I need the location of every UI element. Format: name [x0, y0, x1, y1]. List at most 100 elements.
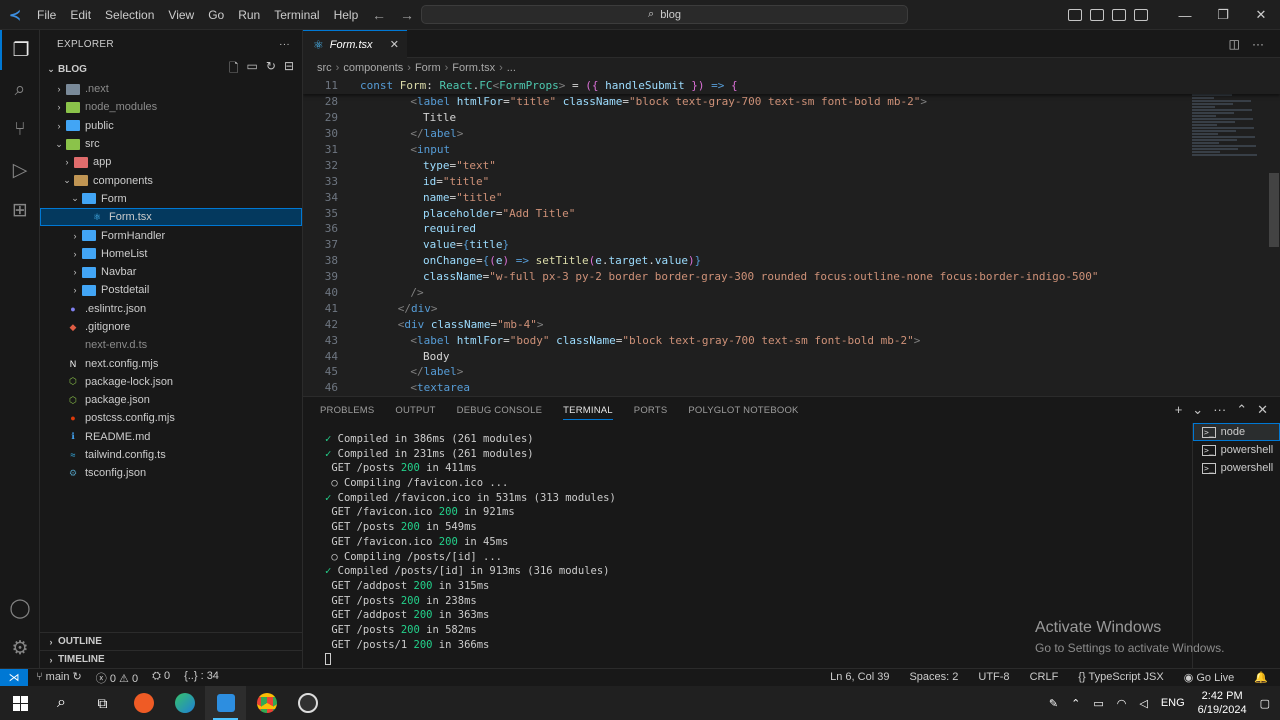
source-control-icon[interactable]: ⑂ [0, 110, 40, 150]
explorer-icon[interactable]: ❐ [0, 30, 40, 70]
close-tab-icon[interactable]: ✕ [390, 38, 399, 51]
panel-tab-ports[interactable]: PORTS [634, 405, 668, 416]
panel-tab-polyglot-notebook[interactable]: POLYGLOT NOTEBOOK [688, 405, 798, 416]
tree-folder[interactable]: › public [40, 117, 302, 135]
remote-indicator-icon[interactable]: ⋊ [0, 668, 28, 687]
workspace-root[interactable]: ⌄ BLOG 🗋 ▭ ↻ ⊟ [40, 58, 302, 80]
go-live-button[interactable]: ◉ Go Live [1184, 671, 1235, 684]
extensions-icon[interactable]: ⊞ [0, 190, 40, 230]
tree-folder[interactable]: › .next [40, 80, 302, 98]
toggle-sidebar-icon[interactable] [1068, 9, 1082, 21]
tree-file[interactable]: ● postcss.config.mjs [40, 409, 302, 427]
line-ending[interactable]: CRLF [1030, 671, 1059, 684]
wifi-icon[interactable]: ◠ [1117, 697, 1127, 710]
collapse-all-icon[interactable]: ⊟ [284, 59, 294, 80]
terminal-prompt[interactable] [325, 653, 616, 668]
new-terminal-icon[interactable]: + [1175, 402, 1183, 418]
tree-file[interactable]: Nnext.config.mjs [40, 354, 302, 372]
terminal-dropdown-icon[interactable]: ⌄ [1192, 402, 1203, 418]
split-editor-icon[interactable]: ◫ [1229, 37, 1240, 51]
tree-file[interactable]: ⬡ package.json [40, 391, 302, 409]
tree-folder[interactable]: › app [40, 153, 302, 171]
pen-icon[interactable]: ✎ [1049, 697, 1058, 710]
minimize-button[interactable]: — [1166, 8, 1204, 23]
close-panel-icon[interactable]: ✕ [1257, 402, 1268, 418]
tree-folder[interactable]: ⌄ src [40, 135, 302, 153]
manage-gear-icon[interactable]: ⚙ [0, 628, 40, 668]
cursor-position[interactable]: Ln 6, Col 39 [830, 671, 889, 684]
menu-file[interactable]: File [30, 0, 63, 30]
maximize-button[interactable]: ❐ [1204, 7, 1242, 23]
menu-selection[interactable]: Selection [98, 0, 161, 30]
notifications-bell-icon[interactable]: 🔔 [1254, 671, 1268, 684]
panel-more-icon[interactable]: ··· [1213, 402, 1226, 418]
terminal-instance[interactable]: >_ powershell [1193, 459, 1280, 477]
breadcrumb-item[interactable]: components [343, 62, 403, 74]
ports-status[interactable]: ⛭ 0 [152, 670, 170, 686]
terminal-instance[interactable]: >_ powershell [1193, 441, 1280, 459]
more-actions-icon[interactable]: ··· [279, 39, 290, 50]
tree-folder[interactable]: › node_modules [40, 98, 302, 116]
windows-start-icon[interactable] [0, 686, 41, 720]
tree-file[interactable]: ℹ README.md [40, 428, 302, 446]
tree-folder[interactable]: ⌄ components [40, 171, 302, 189]
tree-folder[interactable]: › Navbar [40, 263, 302, 281]
tree-file[interactable]: ⚛ Form.tsx [40, 208, 302, 227]
tree-folder[interactable]: › FormHandler [40, 226, 302, 244]
outline-section[interactable]: › OUTLINE [40, 632, 302, 650]
terminal-output[interactable]: ✓ Compiled in 386ms (261 modules) ✓ Compi… [325, 433, 616, 668]
tab-form-tsx[interactable]: ⚛ Form.tsx ✕ [303, 30, 407, 58]
editor-more-icon[interactable]: ··· [1252, 37, 1264, 51]
language-mode[interactable]: {} TypeScript JSX [1078, 671, 1163, 684]
taskbar-search-icon[interactable]: ⌕ [41, 686, 82, 720]
clock[interactable]: 2:42 PM 6/19/2024 [1198, 689, 1247, 717]
tree-folder[interactable]: › Postdetail [40, 281, 302, 299]
tree-folder[interactable]: › HomeList [40, 245, 302, 263]
breadcrumb-item[interactable]: Form [415, 62, 441, 74]
tray-chevron-up-icon[interactable]: ⌃ [1071, 697, 1080, 710]
forward-arrow-icon[interactable]: → [400, 7, 414, 23]
tree-file[interactable]: ⬡ package-lock.json [40, 373, 302, 391]
menu-go[interactable]: Go [201, 0, 231, 30]
obs-icon[interactable] [287, 686, 328, 720]
new-file-icon[interactable]: 🗋 [229, 59, 239, 80]
battery-icon[interactable]: ▭ [1093, 697, 1103, 710]
tree-file[interactable]: ● .eslintrc.json [40, 300, 302, 318]
back-arrow-icon[interactable]: ← [372, 7, 386, 23]
panel-tab-debug-console[interactable]: DEBUG CONSOLE [457, 405, 542, 416]
tree-file[interactable]: next-env.d.ts [40, 336, 302, 354]
branch-status[interactable]: ⑂ main ↻ [36, 670, 82, 686]
menu-view[interactable]: View [161, 0, 201, 30]
tree-file[interactable]: ⚙ tsconfig.json [40, 464, 302, 482]
breadcrumb-item[interactable]: Form.tsx [452, 62, 495, 74]
encoding[interactable]: UTF-8 [978, 671, 1009, 684]
refresh-icon[interactable]: ↻ [266, 59, 276, 80]
run-debug-icon[interactable]: ▷ [0, 150, 40, 190]
new-folder-icon[interactable]: ▭ [247, 59, 258, 80]
customize-layout-icon[interactable] [1134, 9, 1148, 21]
tree-file[interactable]: ◆ .gitignore [40, 318, 302, 336]
chrome-icon[interactable] [246, 686, 287, 720]
menu-edit[interactable]: Edit [63, 0, 98, 30]
panel-tab-problems[interactable]: PROBLEMS [320, 405, 374, 416]
terminal-instance[interactable]: >_ node [1193, 423, 1280, 441]
menu-help[interactable]: Help [327, 0, 366, 30]
breadcrumb-item[interactable]: ... [507, 62, 516, 74]
search-view-icon[interactable]: ⌕ [0, 70, 40, 110]
panel-tab-terminal[interactable]: TERMINAL [563, 405, 613, 420]
menu-run[interactable]: Run [231, 0, 267, 30]
command-center-search[interactable]: ⌕ blog [421, 5, 908, 24]
code-editor[interactable]: 11 const Form: React.FC<FormProps> = ({ h… [303, 78, 1280, 396]
edge-icon[interactable] [164, 686, 205, 720]
panel-tab-output[interactable]: OUTPUT [395, 405, 435, 416]
tree-file[interactable]: ≈ tailwind.config.ts [40, 446, 302, 464]
selection-status[interactable]: {..} : 34 [184, 670, 219, 686]
close-window-button[interactable]: ✕ [1242, 7, 1280, 23]
volume-icon[interactable]: ◁ [1139, 697, 1147, 710]
breadcrumb-item[interactable]: src [317, 62, 332, 74]
maximize-panel-icon[interactable]: ⌃ [1236, 402, 1247, 418]
indentation[interactable]: Spaces: 2 [909, 671, 958, 684]
language-indicator[interactable]: ENG [1161, 697, 1185, 709]
toggle-secondary-sidebar-icon[interactable] [1112, 9, 1126, 21]
account-icon[interactable]: ◯ [0, 588, 40, 628]
